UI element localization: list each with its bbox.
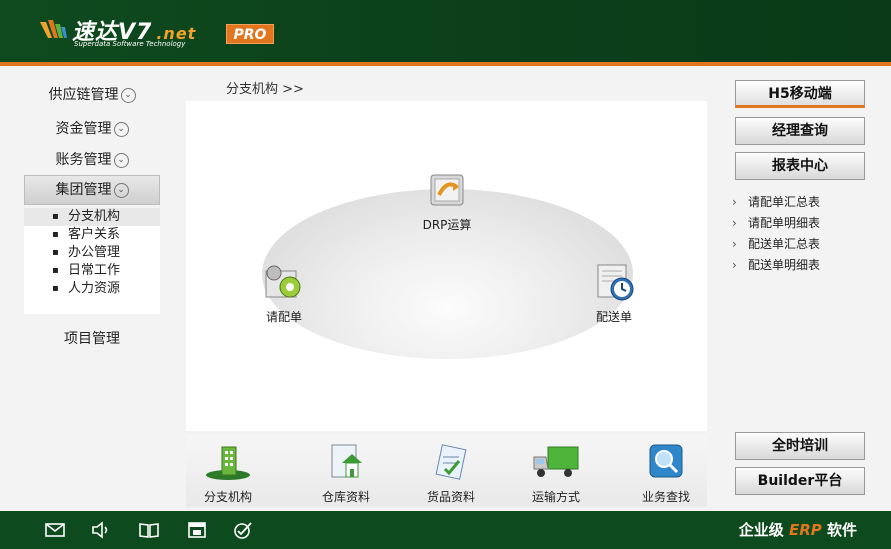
quick-dock: 分支机构 仓库资料 货品资料 运输方式 业务查找 xyxy=(186,435,707,507)
submenu-item-office[interactable]: ▪ 办公管理 xyxy=(24,244,160,262)
flow-node-label: DRP运算 xyxy=(422,218,472,232)
flow-node-delivery[interactable]: 配送单 xyxy=(582,261,646,325)
breadcrumb: 分支机构 >> xyxy=(226,82,304,97)
report-center-button[interactable]: 报表中心 xyxy=(735,152,865,180)
dock-item-warehouse[interactable]: 仓库资料 xyxy=(306,443,386,505)
nav-item-label: 资金管理 xyxy=(55,121,112,137)
submenu-item-branches[interactable]: ▪ 分支机构 xyxy=(24,208,160,226)
report-links: › 请配单汇总表 › 请配单明细表 › 配送单汇总表 › 配送单明细表 xyxy=(732,192,820,276)
warehouse-icon xyxy=(331,444,362,478)
nav-item-label: 项目管理 xyxy=(64,331,120,347)
mail-icon[interactable] xyxy=(44,520,66,540)
dock-item-goods[interactable]: 货品资料 xyxy=(411,443,491,505)
chevron-down-icon: ⌄ xyxy=(113,152,129,168)
clipboard-icon xyxy=(435,444,467,480)
app-footer: 企业级 ERP 软件 xyxy=(0,511,891,549)
building-icon xyxy=(206,446,250,480)
app-logo: 速达V7 .net Superdata Software Technology xyxy=(38,14,228,50)
gear-document-icon xyxy=(265,265,301,298)
report-link-request-detail[interactable]: › 请配单明细表 xyxy=(732,213,820,234)
nav-item-label: 集团管理 xyxy=(55,182,112,198)
logo-subtitle: Superdata Software Technology xyxy=(74,40,186,48)
nav-item-accounts[interactable]: 账务管理 ⌄ xyxy=(24,147,160,173)
dock-item-label: 业务查找 xyxy=(641,490,690,504)
chevron-right-icon: › xyxy=(732,258,737,272)
chevron-right-icon: › xyxy=(732,237,737,251)
logo-mark-icon xyxy=(40,20,67,38)
nav-item-label: 供应链管理 xyxy=(48,87,119,103)
nav-item-label: 账务管理 xyxy=(55,152,112,168)
flow-node-label: 请配单 xyxy=(265,310,302,324)
report-link-delivery-detail[interactable]: › 配送单明细表 xyxy=(732,255,820,276)
chevron-right-icon: › xyxy=(732,216,737,230)
report-link-request-summary[interactable]: › 请配单汇总表 xyxy=(732,192,820,213)
app-header: 速达V7 .net Superdata Software Technology P… xyxy=(0,0,891,62)
submenu-item-hr[interactable]: ▪ 人力资源 xyxy=(24,280,160,298)
flow-panel: DRP运算 请配单 配送单 xyxy=(186,101,707,431)
speaker-icon[interactable] xyxy=(90,520,112,540)
training-button[interactable]: 全时培训 xyxy=(735,432,865,460)
chevron-down-icon: ⌄ xyxy=(113,182,129,198)
nav-item-funds[interactable]: 资金管理 ⌄ xyxy=(24,116,160,142)
clock-document-icon xyxy=(597,264,634,301)
nav-item-projects[interactable]: 项目管理 xyxy=(24,326,160,352)
chevron-down-icon: ⌄ xyxy=(113,121,129,137)
dock-item-label: 货品资料 xyxy=(426,490,475,504)
magnifier-icon xyxy=(649,444,683,478)
dock-item-label: 分支机构 xyxy=(203,490,252,504)
check-circle-icon[interactable] xyxy=(232,520,254,540)
dock-item-search[interactable]: 业务查找 xyxy=(626,443,706,505)
footer-brand: 企业级 ERP 软件 xyxy=(738,521,857,539)
h5-mobile-button[interactable]: H5移动端 xyxy=(735,80,865,108)
submenu-item-daily[interactable]: ▪ 日常工作 xyxy=(24,262,160,280)
flow-node-drp[interactable]: DRP运算 xyxy=(412,169,482,233)
drp-calc-icon xyxy=(430,174,464,206)
group-submenu: ▪ 分支机构 ▪ 客户关系 ▪ 办公管理 ▪ 日常工作 ▪ 人力资源 xyxy=(24,208,160,314)
report-link-delivery-summary[interactable]: › 配送单汇总表 xyxy=(732,234,820,255)
submenu-item-customers[interactable]: ▪ 客户关系 xyxy=(24,226,160,244)
truck-icon xyxy=(533,446,579,477)
chevron-down-icon: ⌄ xyxy=(120,87,136,103)
flow-node-request[interactable]: 请配单 xyxy=(252,261,316,325)
dock-item-branches[interactable]: 分支机构 xyxy=(188,443,268,505)
manager-query-button[interactable]: 经理查询 xyxy=(735,117,865,145)
builder-platform-button[interactable]: Builder平台 xyxy=(735,467,865,495)
window-icon[interactable] xyxy=(186,520,208,540)
dock-item-label: 仓库资料 xyxy=(321,490,370,504)
book-icon[interactable] xyxy=(138,520,160,540)
header-divider xyxy=(0,62,891,66)
dock-item-label: 运输方式 xyxy=(531,490,580,504)
nav-item-group[interactable]: 集团管理 ⌄ xyxy=(24,175,160,205)
flow-node-label: 配送单 xyxy=(595,310,632,324)
chevron-right-icon: › xyxy=(732,195,737,209)
nav-item-supply-chain[interactable]: 供应链管理 ⌄ xyxy=(24,82,160,108)
pro-badge: PRO xyxy=(226,24,274,44)
dock-item-transport[interactable]: 运输方式 xyxy=(516,443,596,505)
